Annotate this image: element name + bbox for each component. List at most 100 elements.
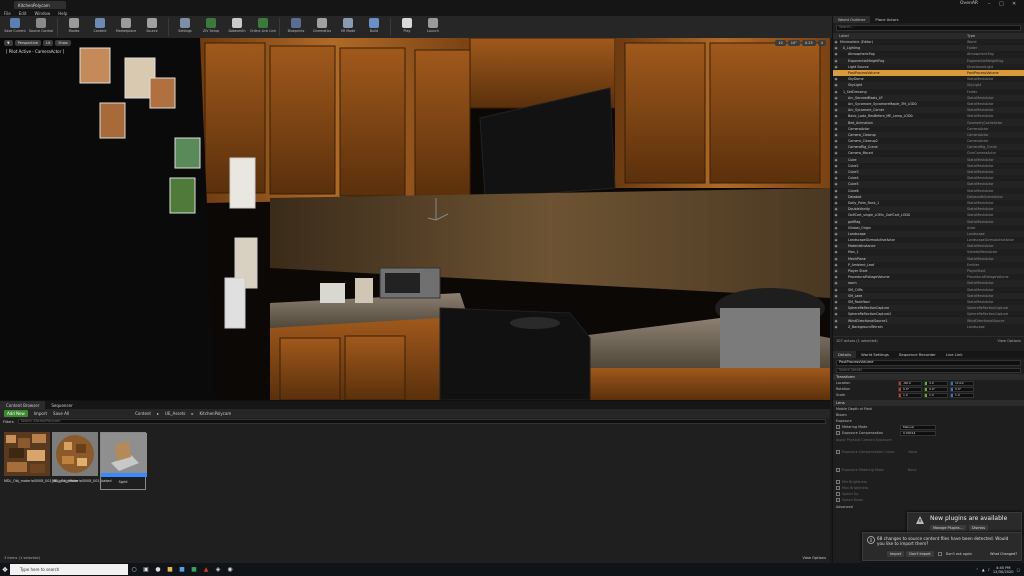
- dont-import-button[interactable]: Don't Import: [906, 551, 934, 557]
- exposure-comp-field[interactable]: 0.00014: [900, 430, 936, 436]
- label-column-header[interactable]: Label: [839, 34, 967, 38]
- media-icon[interactable]: ◈: [212, 564, 224, 575]
- blueprints-button[interactable]: Blueprints: [283, 16, 309, 38]
- maximize-icon[interactable]: □: [999, 1, 1004, 7]
- task-view-icon[interactable]: ▣: [140, 564, 152, 575]
- show-button[interactable]: Show: [55, 40, 71, 46]
- menu-file[interactable]: File: [4, 11, 11, 16]
- level-viewport[interactable]: ▼ Perspective Lit Show 10 10° 0.25 4 [ P…: [0, 38, 830, 400]
- grid-snap-button[interactable]: 10: [775, 40, 786, 46]
- taskbar-search-input[interactable]: Type here to search: [10, 564, 128, 575]
- settings-button[interactable]: Settings: [172, 16, 198, 38]
- modes-button[interactable]: Modes: [61, 16, 87, 38]
- breadcrumb-content[interactable]: Content: [135, 411, 151, 416]
- tab-live-link[interactable]: Live Link: [941, 351, 968, 358]
- location-x-field[interactable]: -66.0: [898, 380, 922, 386]
- acrobat-icon[interactable]: ▲: [200, 564, 212, 575]
- build-button[interactable]: Build: [361, 16, 387, 38]
- max-brightness-checkbox[interactable]: [836, 485, 840, 490]
- unreal-engine-icon[interactable]: ◉: [224, 564, 236, 575]
- menu-help[interactable]: Help: [58, 11, 67, 16]
- min-brightness-checkbox[interactable]: [836, 479, 840, 484]
- tab-place-actors[interactable]: Place Actors: [870, 16, 903, 23]
- asset-tile[interactable]: MDL_Obj_material0008_001_lib_plst_diffus…: [4, 432, 78, 490]
- edge-icon[interactable]: ●: [152, 564, 164, 575]
- chevron-up-icon[interactable]: ⌃: [976, 568, 979, 572]
- datasmith-button[interactable]: Datasmith: [224, 16, 250, 38]
- location-y-field[interactable]: 3.0: [924, 380, 948, 386]
- outliner-search-input[interactable]: Search...: [836, 25, 1021, 31]
- cinematics-button[interactable]: Cinematics: [309, 16, 335, 38]
- exposure-curve-checkbox[interactable]: [836, 449, 840, 454]
- rotation-z-field[interactable]: 0.0°: [950, 386, 974, 392]
- speed-down-checkbox[interactable]: [836, 498, 840, 503]
- photos-icon[interactable]: ■: [176, 564, 188, 575]
- spreadsheet-icon[interactable]: ■: [188, 564, 200, 575]
- play-button[interactable]: Play: [394, 16, 420, 38]
- add-new-button[interactable]: Add New: [4, 410, 28, 417]
- rotation-snap-button[interactable]: 10°: [787, 40, 800, 46]
- scale-y-field[interactable]: 1.0: [924, 392, 948, 398]
- file-explorer-icon[interactable]: ■: [164, 564, 176, 575]
- advanced-row[interactable]: Advanced: [833, 503, 1024, 509]
- save-all-button[interactable]: Save All: [53, 411, 69, 416]
- windows-start-icon[interactable]: ❖: [0, 563, 10, 576]
- perspective-button[interactable]: Perspective: [14, 40, 41, 46]
- marketplace-button[interactable]: Marketplace: [113, 16, 139, 38]
- filters-button[interactable]: Filters: [3, 420, 14, 424]
- source-control-button[interactable]: Source Control: [28, 16, 54, 38]
- exposure-comp-checkbox[interactable]: [836, 431, 840, 436]
- tab-content-browser[interactable]: Content Browser: [0, 401, 46, 409]
- menu-edit[interactable]: Edit: [19, 11, 27, 16]
- vr-mode-button[interactable]: VR Mode: [335, 16, 361, 38]
- dismiss-button[interactable]: Dismiss: [968, 525, 989, 531]
- outliner-view-options-button[interactable]: View Options: [997, 339, 1021, 343]
- clock[interactable]: 4:45 PM 12/30/2020: [993, 566, 1014, 574]
- scale-x-field[interactable]: 1.0: [898, 392, 922, 398]
- menu-window[interactable]: Window: [34, 11, 50, 16]
- asset-tile[interactable]: MDL_Obj_material0008_001_baked: [52, 432, 112, 490]
- import-button[interactable]: Import: [887, 551, 905, 557]
- network-icon[interactable]: ▲: [982, 568, 985, 572]
- viewport-options-button[interactable]: ▼: [4, 40, 13, 46]
- metering-mask-value[interactable]: None: [908, 468, 917, 472]
- save-current-button[interactable]: Save Current: [2, 16, 28, 38]
- location-z-field[interactable]: 114.0: [950, 380, 974, 386]
- scale-z-field[interactable]: 1.0: [950, 392, 974, 398]
- type-column-header[interactable]: Type: [967, 34, 975, 38]
- tab-world-settings[interactable]: World Settings: [856, 351, 894, 358]
- close-icon[interactable]: ✕: [1012, 1, 1016, 7]
- manage-plugins-button[interactable]: Manage Plugins...: [930, 525, 966, 531]
- scale-snap-button[interactable]: 0.25: [801, 40, 816, 46]
- tab-sequence-recorder[interactable]: Sequence Recorder: [894, 351, 941, 358]
- minimize-icon[interactable]: –: [988, 1, 991, 7]
- content-button[interactable]: Content: [87, 16, 113, 38]
- details-search-input[interactable]: Search Details: [836, 368, 1021, 373]
- metering-mask-checkbox[interactable]: [836, 467, 840, 472]
- exposure-curve-value[interactable]: None: [908, 450, 917, 454]
- camera-speed-button[interactable]: 4: [817, 40, 826, 46]
- volume-icon[interactable]: ♪: [988, 568, 990, 572]
- notifications-icon[interactable]: □: [1017, 568, 1020, 572]
- lit-button[interactable]: Lit: [42, 40, 54, 46]
- content-view-options-button[interactable]: View Options: [802, 556, 826, 560]
- actor-name-field[interactable]: PostProcessVolume: [836, 360, 1021, 366]
- launch-button[interactable]: Launch: [420, 16, 446, 38]
- tab-details[interactable]: Details: [833, 351, 857, 358]
- tab-sequencer[interactable]: Sequencer: [45, 401, 78, 409]
- import-button[interactable]: Import: [34, 411, 47, 416]
- rotation-y-field[interactable]: 0.0°: [924, 386, 948, 392]
- rotation-x-field[interactable]: 0.0°: [898, 386, 922, 392]
- cortana-icon[interactable]: ○: [128, 564, 140, 575]
- outliner-row[interactable]: ◉ Z_BackgroundTerrain Landscape: [833, 324, 1024, 330]
- asset-tile-selected[interactable]: Sgrid: [100, 432, 147, 490]
- breadcrumb-kitchenpolycam[interactable]: KitchenPolycam: [200, 411, 232, 416]
- what-changed-button[interactable]: What Changed?: [990, 552, 1017, 556]
- tab-world-outliner[interactable]: World Outliner: [833, 16, 871, 23]
- metering-mode-dropdown[interactable]: Manual: [900, 424, 936, 430]
- breadcrumb-ue-assets[interactable]: UE_Assets: [165, 411, 185, 416]
- ziv-setup-button[interactable]: ZIV Setup: [198, 16, 224, 38]
- content-search-input[interactable]: Search KitchenPolycam: [17, 419, 826, 424]
- level-tab[interactable]: KitchenPolycam: [14, 1, 66, 9]
- metering-mode-checkbox[interactable]: [836, 425, 840, 430]
